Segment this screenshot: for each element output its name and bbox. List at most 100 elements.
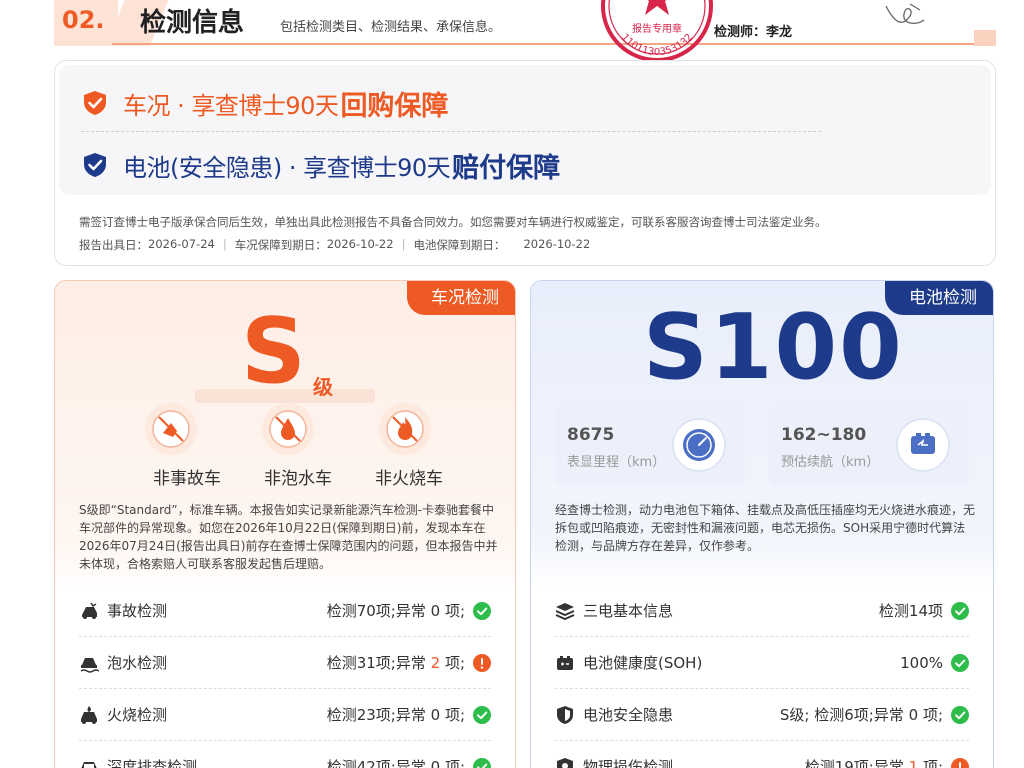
date-divider: | bbox=[401, 237, 406, 251]
layers-icon bbox=[555, 602, 575, 620]
battery-expiry-label: 电池保障到期日： bbox=[413, 238, 506, 252]
check-row: 电池安全隐患 S级; 检测6项;异常 0 项; bbox=[555, 689, 969, 741]
guarantee-divider bbox=[81, 131, 821, 132]
badge-no-flood: 非泡水车 bbox=[264, 469, 332, 489]
battery-range-icon bbox=[896, 418, 950, 472]
damage-icon bbox=[557, 757, 573, 768]
check-result-prefix: 检测70项;异常 bbox=[326, 602, 431, 620]
section-underline bbox=[112, 43, 996, 45]
check-row: 三电基本信息 检测14项 bbox=[555, 585, 969, 637]
check-label: 物理损伤检测 bbox=[583, 758, 674, 768]
check-result: 检测42项;异常 0 项; bbox=[327, 756, 465, 768]
check-circle-icon bbox=[473, 705, 491, 724]
section-number: 02. bbox=[62, 6, 105, 34]
check-label: 事故检测 bbox=[107, 602, 168, 620]
shield-check-icon bbox=[84, 91, 106, 115]
check-result: S级; 检测6项;异常 0 项; bbox=[780, 704, 943, 725]
car-guarantee-text: 车况 · 享查博士90天 bbox=[123, 91, 339, 120]
no-flood-icon bbox=[262, 403, 314, 455]
check-circle-icon bbox=[951, 601, 969, 620]
check-row: 电池健康度(SOH) 100% bbox=[555, 637, 969, 689]
check-result: 检测31项;异常 2 项; bbox=[327, 652, 465, 673]
inspector: 检测师：李龙 bbox=[714, 21, 792, 40]
car-grade-suffix: 级 bbox=[313, 375, 333, 399]
check-circle-icon bbox=[473, 601, 491, 620]
guarantee-card: 车况 · 享查博士90天 回购保障 电池(安全隐患) · 享查博士90天 赔付保… bbox=[54, 60, 996, 266]
section-end-block bbox=[974, 30, 996, 46]
inspector-label: 检测师： bbox=[714, 25, 767, 40]
car-grade: S bbox=[241, 299, 306, 404]
battery-check-list: 三电基本信息 检测14项电池健康度(SOH) 100% 电池安全隐患 S级; 检测6项;… bbox=[531, 585, 993, 768]
guarantee-highlight: 车况 · 享查博士90天 回购保障 电池(安全隐患) · 享查博士90天 赔付保… bbox=[59, 65, 991, 195]
range-value: 162~180 bbox=[781, 425, 867, 445]
guarantee-note: 需签订查博士电子版承保合同后生效，单独出具此检测报告不具备合同效力。如您需要对车… bbox=[79, 215, 827, 229]
car-expiry-label: 车况保障到期日： bbox=[234, 238, 327, 252]
shield-half-icon bbox=[557, 705, 573, 724]
battery-guarantee-text: 电池(安全隐患) · 享查博士90天 bbox=[123, 153, 451, 182]
no-fire-icon bbox=[379, 403, 431, 455]
report-date-label: 报告出具日： bbox=[79, 238, 148, 252]
check-result-suffix: 项; bbox=[440, 758, 465, 768]
car-crash-icon bbox=[82, 602, 97, 619]
battery-description: 经查博士检测，动力电池包下箱体、挂载点及高低压插座均无火烧进水痕迹，无拆包或凹陷… bbox=[555, 503, 976, 553]
check-result-suffix: 项; bbox=[918, 758, 943, 768]
section-header: 02. 检测信息 包括检测类目、检测结果、承保信息。 1101130353132… bbox=[54, 0, 996, 62]
badge-no-fire: 非火烧车 bbox=[375, 469, 443, 489]
check-result: 检测23项;异常 0 项; bbox=[327, 704, 465, 725]
alert-circle-icon bbox=[473, 653, 491, 672]
check-row: 火烧检测 检测23项;异常 0 项; bbox=[79, 689, 491, 741]
anomaly-count: 0 bbox=[908, 706, 919, 724]
check-label: 电池健康度(SOH) bbox=[583, 654, 703, 672]
car-guarantee: 车况 · 享查博士90天 回购保障 bbox=[81, 83, 448, 123]
section-subtitle: 包括检测类目、检测结果、承保信息。 bbox=[280, 20, 502, 35]
check-row: 深度排查检测 检测42项;异常 0 项; bbox=[79, 741, 491, 768]
car-search-icon bbox=[81, 761, 97, 768]
mileage-value: 8675 bbox=[567, 425, 615, 445]
car-fire-icon bbox=[81, 705, 97, 724]
section-title: 检测信息 bbox=[140, 8, 245, 38]
signature-icon bbox=[885, 3, 925, 25]
check-result-prefix: 100% bbox=[900, 653, 943, 672]
car-guarantee-strong: 回购保障 bbox=[340, 90, 449, 122]
check-label: 火烧检测 bbox=[107, 706, 168, 724]
anomaly-count: 0 bbox=[430, 706, 441, 724]
check-result-prefix: 检测23项;异常 bbox=[326, 706, 431, 724]
battery-inspection-card: 电池检测 S100 8675 表显里程（km） 162~180 预估续航（km）… bbox=[530, 280, 994, 768]
car-badge-icons bbox=[143, 401, 433, 457]
car-check-list: 事故检测 检测70项;异常 0 项; 泡水检测 检测31项;异常 2 项; 火烧检测 检测… bbox=[55, 585, 515, 768]
check-result-suffix: 项; bbox=[440, 602, 465, 620]
inspector-name: 李龙 bbox=[766, 25, 793, 40]
seal-label: 报告专用章 bbox=[632, 22, 682, 35]
alert-circle-icon bbox=[951, 757, 969, 768]
car-description: S级即“Standard”，标准车辆。本报告如实记录新能源汽车检测-卡泰驰套餐中… bbox=[79, 503, 498, 571]
check-result: 检测14项 bbox=[879, 600, 943, 621]
check-result-prefix: 检测19项;异常 bbox=[804, 758, 909, 768]
no-accident-icon bbox=[145, 403, 197, 455]
check-label: 三电基本信息 bbox=[583, 602, 674, 620]
check-result: 检测19项;异常 1 项; bbox=[805, 756, 943, 768]
check-result-prefix: S级; 检测6项;异常 bbox=[779, 706, 909, 724]
check-result-prefix: 检测14项 bbox=[878, 602, 943, 620]
badge-no-accident: 非事故车 bbox=[153, 469, 221, 489]
range-metric: 162~180 预估续航（km） bbox=[769, 405, 969, 485]
check-result-suffix: 项; bbox=[440, 654, 465, 672]
car-badge-labels: 非事故车 非泡水车 非火烧车 bbox=[153, 464, 443, 489]
car-water-icon bbox=[80, 657, 99, 673]
anomaly-count: 1 bbox=[908, 758, 919, 768]
date-divider: | bbox=[222, 237, 227, 251]
mileage-label: 表显里程（km） bbox=[567, 455, 666, 470]
check-result-suffix: 项; bbox=[918, 706, 943, 724]
battery-expiry-date: 2026-10-22 bbox=[523, 237, 591, 251]
car-expiry-date: 2026-10-22 bbox=[326, 237, 394, 251]
battery-guarantee-strong: 赔付保障 bbox=[452, 152, 561, 184]
speedometer-icon bbox=[672, 418, 726, 472]
mileage-metric: 8675 表显里程（km） bbox=[555, 405, 745, 485]
check-result-prefix: 检测31项;异常 bbox=[326, 654, 431, 672]
guarantee-dates: 报告出具日： 2026-07-24 | 车况保障到期日： 2026-10-22 … bbox=[79, 237, 590, 253]
shield-check-icon bbox=[84, 153, 106, 177]
report-date: 2026-07-24 bbox=[148, 237, 215, 251]
battery-guarantee: 电池(安全隐患) · 享查博士90天 赔付保障 bbox=[81, 145, 560, 185]
check-result-prefix: 检测42项;异常 bbox=[326, 758, 431, 768]
check-label: 深度排查检测 bbox=[107, 758, 198, 768]
check-result: 100% bbox=[900, 654, 943, 672]
